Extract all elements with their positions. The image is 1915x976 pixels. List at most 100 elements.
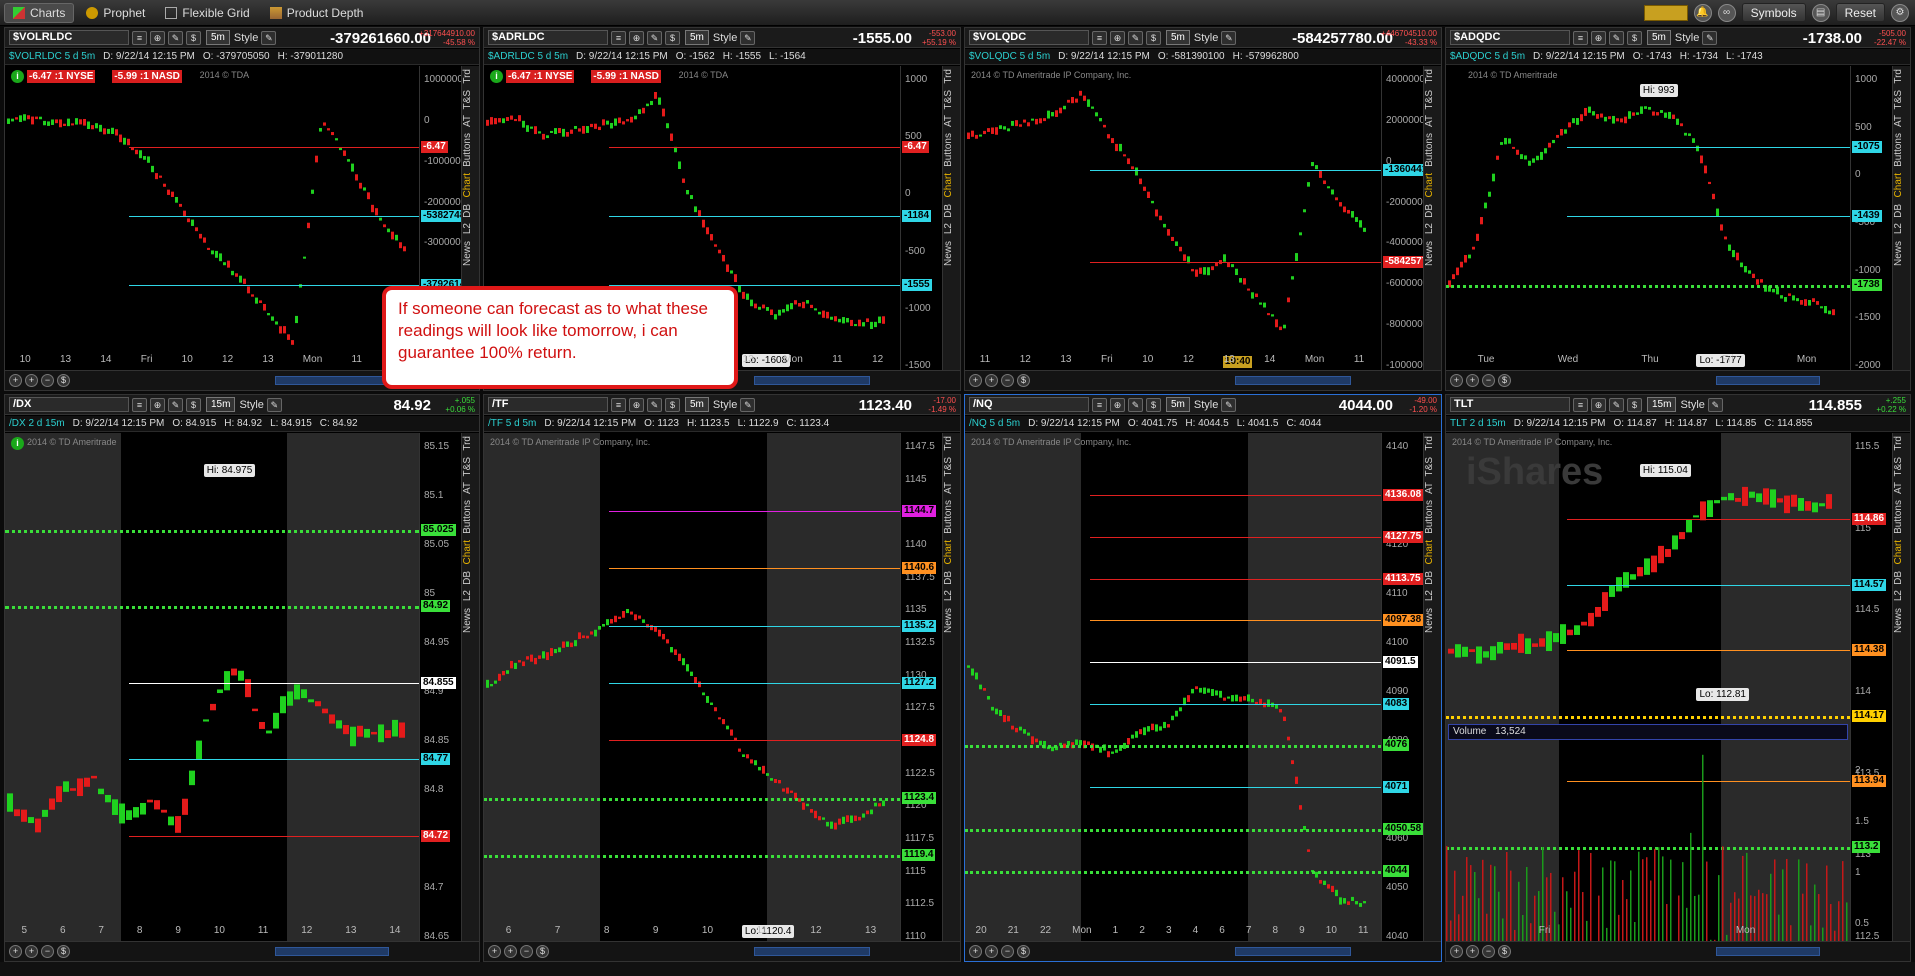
menu-icon[interactable]: ≡ <box>1573 30 1588 45</box>
expand-icon[interactable]: + <box>25 945 38 958</box>
drawing-icon[interactable]: ✎ <box>168 397 183 412</box>
side-tab-news[interactable]: News <box>1893 605 1910 636</box>
symbol-field[interactable]: /TF <box>488 397 608 412</box>
info-circle-icon[interactable]: i <box>11 70 24 83</box>
crosshair-icon[interactable]: ⊕ <box>150 30 165 45</box>
tab-prophet[interactable]: Prophet <box>78 3 153 23</box>
link-icon[interactable]: ∞ <box>1717 3 1736 22</box>
timeframe-selector[interactable]: 5m <box>685 397 709 412</box>
symbol-field[interactable]: $ADQDC <box>1450 30 1570 45</box>
expand-icon[interactable]: + <box>1466 374 1479 387</box>
reset-button[interactable]: Reset <box>1835 3 1885 22</box>
pencil-icon[interactable]: ✎ <box>1707 397 1723 412</box>
side-tab-buttons[interactable]: Buttons <box>1893 497 1910 537</box>
side-tab-at[interactable]: AT <box>1424 479 1441 497</box>
side-tab-news[interactable]: News <box>462 238 479 269</box>
symbol-field[interactable]: TLT <box>1450 397 1570 412</box>
side-tab-l2[interactable]: L2 <box>462 587 479 604</box>
expand-icon[interactable]: + <box>1466 945 1479 958</box>
crosshair-icon[interactable]: ⊕ <box>629 397 644 412</box>
dollar-icon[interactable]: $ <box>665 397 680 412</box>
timeframe-selector[interactable]: 5m <box>685 30 709 45</box>
side-tab-news[interactable]: News <box>1424 238 1441 269</box>
side-tab-trd[interactable]: Trd <box>1893 66 1910 87</box>
dollar-icon[interactable]: $ <box>1627 30 1642 45</box>
timeframe-selector[interactable]: 15m <box>206 397 236 412</box>
side-tab-trd[interactable]: Trd <box>943 433 960 454</box>
dollar-icon[interactable]: $ <box>1498 945 1511 958</box>
style-menu[interactable]: Style <box>713 399 737 411</box>
side-tab-trd[interactable]: Trd <box>1893 433 1910 454</box>
dollar-icon[interactable]: $ <box>186 30 201 45</box>
side-tab-chart[interactable]: Chart <box>462 537 479 567</box>
side-tab-chart[interactable]: Chart <box>1893 170 1910 200</box>
horizontal-scrollbar[interactable] <box>1235 376 1351 385</box>
drawing-icon[interactable]: ✎ <box>1128 30 1143 45</box>
style-menu[interactable]: Style <box>234 32 258 44</box>
timeframe-selector[interactable]: 5m <box>1166 397 1190 412</box>
side-tab-ts[interactable]: T&S <box>1424 454 1441 479</box>
zoom-out-icon[interactable]: − <box>520 945 533 958</box>
zoom-out-icon[interactable]: − <box>1482 374 1495 387</box>
side-tab-trd[interactable]: Trd <box>1424 433 1441 454</box>
style-menu[interactable]: Style <box>1194 399 1218 411</box>
zoom-in-icon[interactable]: + <box>488 945 501 958</box>
horizontal-scrollbar[interactable] <box>1716 376 1820 385</box>
style-menu[interactable]: Style <box>1675 32 1699 44</box>
side-tab-chart[interactable]: Chart <box>1424 170 1441 200</box>
side-tab-at[interactable]: AT <box>1893 479 1910 497</box>
side-tab-l2[interactable]: L2 <box>1424 220 1441 237</box>
side-tab-chart[interactable]: Chart <box>462 170 479 200</box>
dollar-icon[interactable]: $ <box>536 945 549 958</box>
pencil-icon[interactable]: ✎ <box>740 397 756 412</box>
side-tab-buttons[interactable]: Buttons <box>1424 497 1441 537</box>
side-tab-trd[interactable]: Trd <box>1424 66 1441 87</box>
side-tab-chart[interactable]: Chart <box>1424 537 1441 567</box>
menu-icon[interactable]: ≡ <box>1573 397 1588 412</box>
dollar-icon[interactable]: $ <box>1146 397 1161 412</box>
drawing-icon[interactable]: ✎ <box>647 397 662 412</box>
zoom-out-icon[interactable]: − <box>1482 945 1495 958</box>
side-tab-buttons[interactable]: Buttons <box>943 130 960 170</box>
side-tab-trd[interactable]: Trd <box>462 66 479 87</box>
tab-product-depth[interactable]: Product Depth <box>262 3 372 23</box>
crosshair-icon[interactable]: ⊕ <box>150 397 165 412</box>
expand-icon[interactable]: + <box>504 945 517 958</box>
side-tab-l2[interactable]: L2 <box>943 220 960 237</box>
symbols-button[interactable]: Symbols <box>1741 3 1806 22</box>
side-tab-chart[interactable]: Chart <box>943 537 960 567</box>
crosshair-icon[interactable]: ⊕ <box>1591 30 1606 45</box>
pencil-icon[interactable]: ✎ <box>1702 30 1718 45</box>
symbol-field[interactable]: /NQ <box>969 397 1089 412</box>
timeframe-selector[interactable]: 5m <box>1647 30 1671 45</box>
horizontal-scrollbar[interactable] <box>754 376 870 385</box>
dollar-icon[interactable]: $ <box>1627 397 1642 412</box>
zoom-in-icon[interactable]: + <box>1450 945 1463 958</box>
dollar-icon[interactable]: $ <box>1017 374 1030 387</box>
info-circle-icon[interactable]: i <box>11 437 24 450</box>
zoom-in-icon[interactable]: + <box>9 945 22 958</box>
symbol-field[interactable]: $VOLRLDC <box>9 30 129 45</box>
side-tab-db[interactable]: DB <box>462 568 479 588</box>
side-tab-db[interactable]: DB <box>1424 568 1441 588</box>
timeframe-selector[interactable]: 15m <box>1647 397 1677 412</box>
dollar-icon[interactable]: $ <box>665 30 680 45</box>
style-menu[interactable]: Style <box>1680 399 1704 411</box>
side-tab-buttons[interactable]: Buttons <box>462 130 479 170</box>
drawing-icon[interactable]: ✎ <box>647 30 662 45</box>
side-tab-ts[interactable]: T&S <box>943 87 960 112</box>
expand-icon[interactable]: + <box>985 945 998 958</box>
horizontal-scrollbar[interactable] <box>275 947 389 956</box>
side-tab-ts[interactable]: T&S <box>1424 87 1441 112</box>
timeframe-selector[interactable]: 5m <box>1166 30 1190 45</box>
horizontal-scrollbar[interactable] <box>275 376 389 385</box>
drawing-icon[interactable]: ✎ <box>168 30 183 45</box>
pencil-icon[interactable]: ✎ <box>266 397 282 412</box>
zoom-out-icon[interactable]: − <box>1001 374 1014 387</box>
side-tab-at[interactable]: AT <box>462 479 479 497</box>
side-tab-l2[interactable]: L2 <box>462 220 479 237</box>
side-tab-ts[interactable]: T&S <box>462 87 479 112</box>
side-tab-at[interactable]: AT <box>943 479 960 497</box>
crosshair-icon[interactable]: ⊕ <box>629 30 644 45</box>
symbol-field[interactable]: /DX <box>9 397 129 412</box>
